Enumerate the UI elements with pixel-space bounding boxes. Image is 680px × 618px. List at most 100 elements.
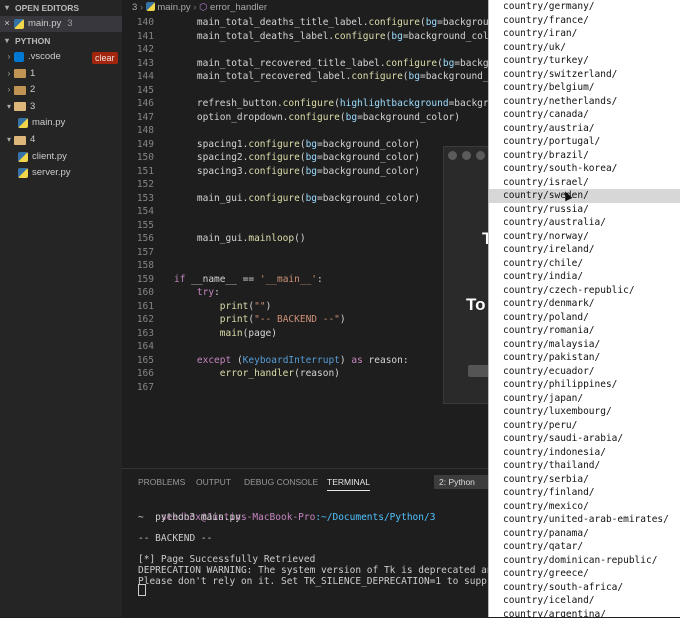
dropdown-option[interactable]: country/south-africa/	[489, 581, 680, 595]
dropdown-option[interactable]: country/saudi-arabia/	[489, 432, 680, 446]
dropdown-option[interactable]: country/japan/	[489, 392, 680, 406]
dropdown-option[interactable]: country/mexico/	[489, 500, 680, 514]
dropdown-option[interactable]: country/qatar/	[489, 540, 680, 554]
dropdown-option[interactable]: country/portugal/	[489, 135, 680, 149]
dropdown-option[interactable]: country/ireland/	[489, 243, 680, 257]
dropdown-option[interactable]: country/switzerland/	[489, 68, 680, 82]
dropdown-option[interactable]: country/belgium/	[489, 81, 680, 95]
line-number: 145	[136, 84, 154, 96]
dropdown-option[interactable]: country/malaysia/	[489, 338, 680, 352]
chevron-right-icon: ›	[7, 85, 11, 95]
workspace-header[interactable]: ▾ PYTHON	[0, 33, 50, 49]
code-line[interactable]: main_total_recovered_label.configure(bg=…	[174, 71, 512, 82]
dropdown-option[interactable]: country/france/	[489, 14, 680, 28]
close-window-button[interactable]	[448, 151, 457, 160]
tree-file-item[interactable]: server.py	[0, 165, 140, 181]
dropdown-option[interactable]: country/uk/	[489, 41, 680, 55]
dropdown-option[interactable]: country/india/	[489, 270, 680, 284]
dropdown-option[interactable]: country/indonesia/	[489, 446, 680, 460]
dropdown-option[interactable]: country/canada/	[489, 108, 680, 122]
code-line[interactable]: main_gui.configure(bg=background_color)	[174, 193, 420, 204]
tree-folder-item[interactable]: › 1	[0, 66, 126, 82]
line-number: 142	[136, 44, 154, 55]
panel-tab-output[interactable]: OUTPUT	[196, 477, 231, 487]
zoom-window-button[interactable]	[476, 151, 485, 160]
dropdown-option[interactable]: country/sweden/	[489, 189, 680, 203]
dropdown-option[interactable]: country/germany/	[489, 0, 680, 14]
dropdown-option[interactable]: country/philippines/	[489, 378, 680, 392]
chevron-right-icon: ›	[7, 68, 11, 78]
panel-tab-terminal[interactable]: TERMINAL	[327, 477, 370, 491]
panel-tab-debug-console[interactable]: DEBUG CONSOLE	[244, 477, 318, 487]
breadcrumb-symbol[interactable]: error_handler	[210, 2, 267, 13]
line-number: 141	[136, 30, 154, 42]
dropdown-option[interactable]: country/romania/	[489, 324, 680, 338]
code-line[interactable]: if __name__ == '__main__':	[174, 274, 323, 285]
code-line[interactable]: refresh_button.configure(highlightbackgr…	[174, 98, 517, 109]
tree-folder-item[interactable]: › 2	[0, 82, 126, 98]
tree-file-item[interactable]: client.py	[0, 149, 140, 165]
dropdown-option[interactable]: country/ecuador/	[489, 365, 680, 379]
dropdown-option[interactable]: country/brazil/	[489, 149, 680, 163]
code-editor[interactable]: 3 › main.py › ⬡ error_handler 140 main_t…	[122, 0, 523, 468]
tree-folder-item[interactable]: ▾ 3	[0, 99, 126, 115]
dropdown-option[interactable]: country/russia/	[489, 203, 680, 217]
dropdown-option[interactable]: country/serbia/	[489, 473, 680, 487]
close-icon[interactable]: ×	[0, 16, 14, 32]
dropdown-option[interactable]: country/australia/	[489, 216, 680, 230]
tree-item-label: main.py	[32, 117, 66, 129]
open-editor-item[interactable]: × main.py 3	[0, 16, 122, 32]
dropdown-option[interactable]: country/israel/	[489, 176, 680, 190]
breadcrumb-folder[interactable]: 3	[132, 2, 137, 13]
dropdown-option[interactable]: country/poland/	[489, 311, 680, 325]
dropdown-option[interactable]: country/turkey/	[489, 54, 680, 68]
code-line[interactable]: option_dropdown.configure(bg=background_…	[174, 112, 460, 123]
tree-folder-item[interactable]: ▾ 4	[0, 132, 126, 148]
dropdown-option[interactable]: country/thailand/	[489, 459, 680, 473]
open-editors-header[interactable]: ▾ OPEN EDITORS	[0, 0, 79, 16]
dropdown-option[interactable]: country/austria/	[489, 122, 680, 136]
dropdown-option[interactable]: country/united-arab-emirates/	[489, 513, 680, 527]
code-line[interactable]: spacing3.configure(bg=background_color)	[174, 166, 420, 177]
dropdown-option[interactable]: country/czech-republic/	[489, 284, 680, 298]
code-line[interactable]: main(page)	[174, 328, 277, 339]
terminal-cursor[interactable]	[138, 584, 146, 598]
code-line[interactable]: error_handler(reason)	[174, 368, 340, 379]
tree-file-item[interactable]: main.py	[0, 115, 140, 131]
code-line[interactable]: try:	[174, 287, 220, 298]
breadcrumb-file[interactable]: main.py	[157, 2, 190, 13]
code-line[interactable]: spacing2.configure(bg=background_color)	[174, 152, 420, 163]
dropdown-option[interactable]: country/dominican-republic/	[489, 554, 680, 568]
folder-open-icon	[14, 135, 26, 145]
clear-button[interactable]: clear	[92, 52, 118, 64]
terminal-command: ~ python3 main.py	[138, 512, 241, 523]
terminal-output-line: Please don't rely on it. Set TK_SILENCE_…	[138, 576, 510, 587]
dropdown-option[interactable]: country/argentina/	[489, 608, 680, 618]
code-line[interactable]: main_total_deaths_title_label.configure(…	[174, 17, 506, 28]
dropdown-option[interactable]: country/luxembourg/	[489, 405, 680, 419]
python-file-icon	[18, 168, 28, 179]
dropdown-option[interactable]: country/south-korea/	[489, 162, 680, 176]
dropdown-option[interactable]: country/finland/	[489, 486, 680, 500]
code-line[interactable]: main_total_recovered_title_label.configu…	[174, 58, 523, 69]
code-line[interactable]: main_total_deaths_label.configure(bg=bac…	[174, 31, 506, 42]
code-line[interactable]: spacing1.configure(bg=background_color)	[174, 139, 420, 150]
dropdown-option[interactable]: country/netherlands/	[489, 95, 680, 109]
dropdown-option[interactable]: country/peru/	[489, 419, 680, 433]
dropdown-option[interactable]: country/greece/	[489, 567, 680, 581]
panel-tab-problems[interactable]: PROBLEMS	[138, 477, 185, 487]
dropdown-option[interactable]: country/iran/	[489, 27, 680, 41]
minimize-window-button[interactable]	[462, 151, 471, 160]
dropdown-option[interactable]: country/pakistan/	[489, 351, 680, 365]
dropdown-option[interactable]: country/chile/	[489, 257, 680, 271]
dropdown-option[interactable]: country/norway/	[489, 230, 680, 244]
country-dropdown-menu[interactable]: country/germany/country/france/country/i…	[488, 0, 680, 617]
code-line[interactable]: print("")	[174, 301, 272, 312]
dropdown-option[interactable]: country/denmark/	[489, 297, 680, 311]
code-line[interactable]: main_gui.mainloop()	[174, 233, 306, 244]
code-line[interactable]: except (KeyboardInterrupt) as reason:	[174, 355, 409, 366]
dropdown-option[interactable]: country/iceland/	[489, 594, 680, 608]
code-line[interactable]: print("-- BACKEND --")	[174, 314, 346, 325]
tree-item-label: .vscode	[28, 51, 61, 62]
dropdown-option[interactable]: country/panama/	[489, 527, 680, 541]
